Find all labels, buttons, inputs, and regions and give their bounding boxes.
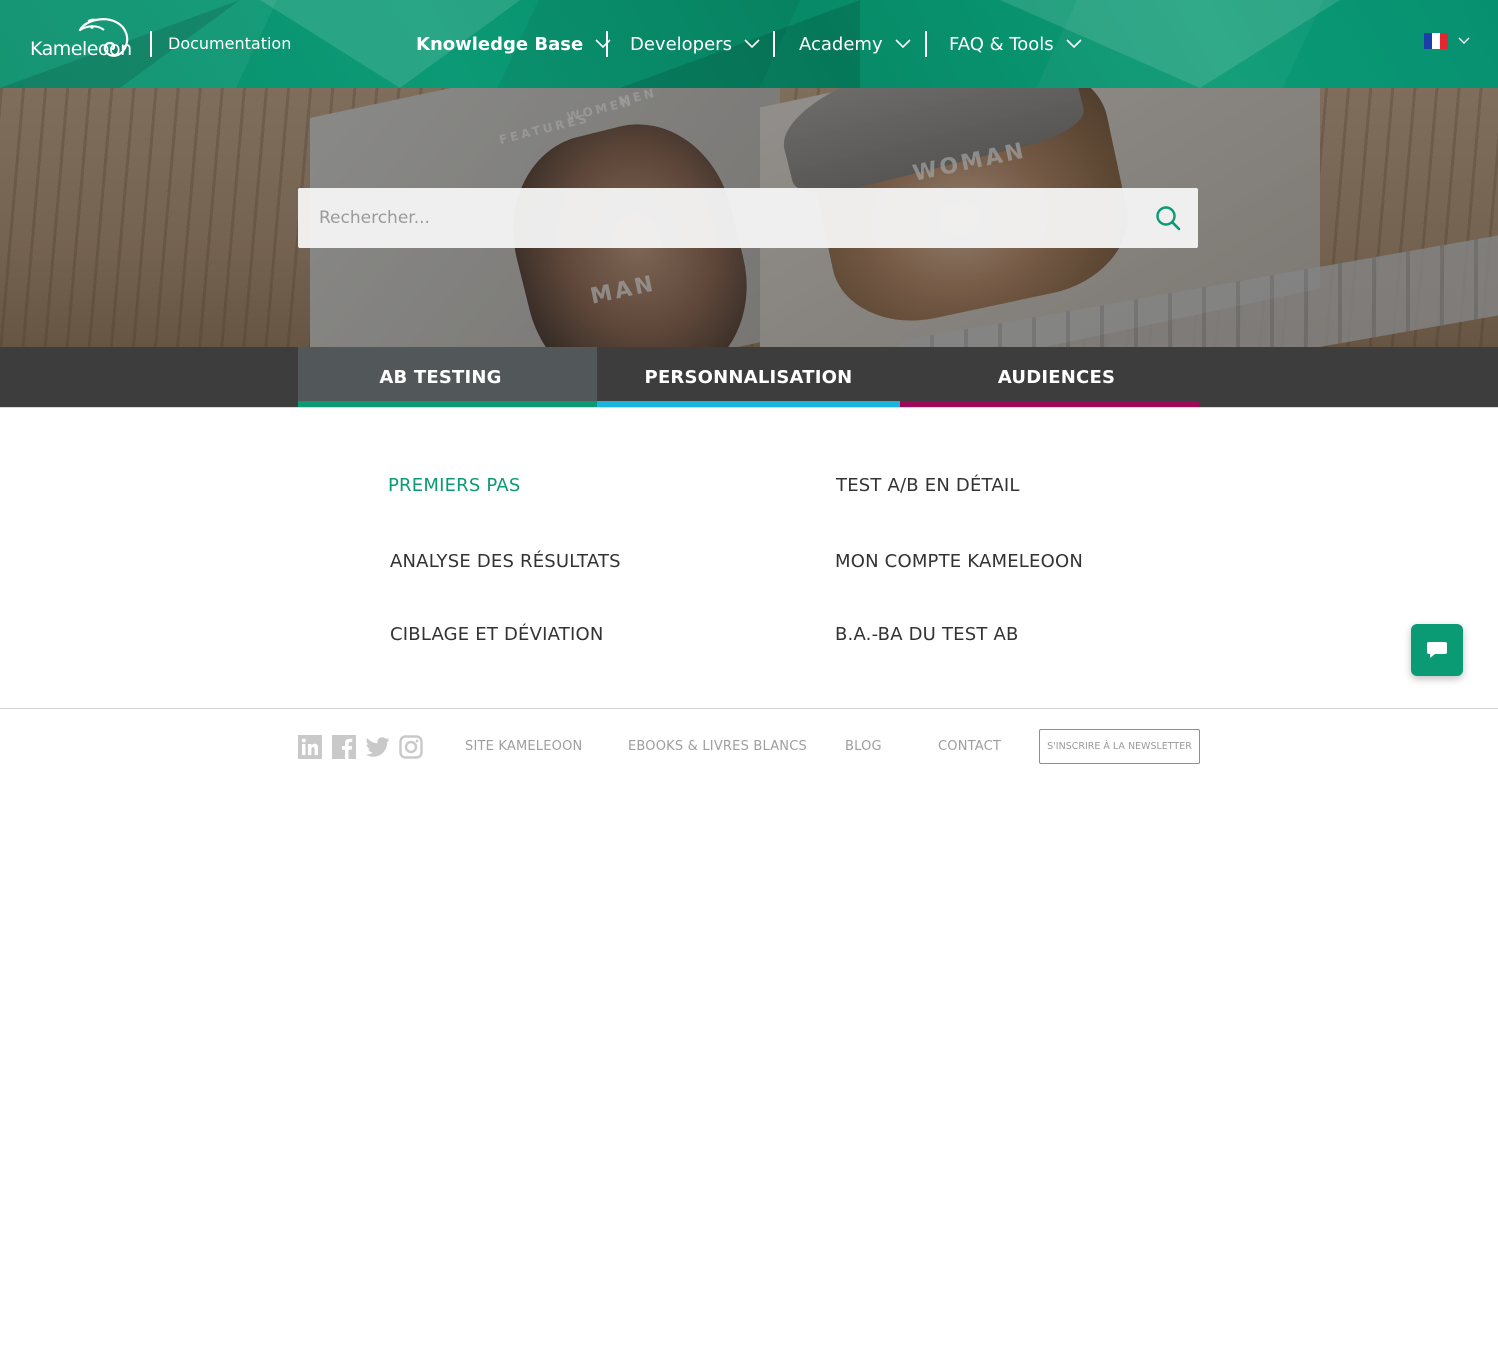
- nav-faq-tools[interactable]: FAQ & Tools: [949, 31, 1082, 57]
- nav-label: Developers: [630, 33, 732, 55]
- search-bar: [298, 188, 1198, 248]
- nav-label: FAQ & Tools: [949, 33, 1054, 55]
- chevron-down-icon: [744, 39, 760, 49]
- footer-link-ebooks[interactable]: EBOOKS & LIVRES BLANCS: [628, 739, 807, 754]
- top-header: Kameleoon Documentation Knowledge Base D…: [0, 0, 1498, 88]
- category-analyse-resultats[interactable]: ANALYSE DES RÉSULTATS: [390, 551, 621, 572]
- search-input[interactable]: [298, 188, 1138, 248]
- chevron-down-icon: [1066, 39, 1082, 49]
- logo-divider: [150, 31, 152, 57]
- fr-flag-icon: [1424, 33, 1448, 49]
- linkedin-icon[interactable]: [298, 735, 322, 759]
- nav-separator: [925, 31, 927, 57]
- tab-label: AUDIENCES: [997, 366, 1116, 388]
- search-icon: [1156, 206, 1181, 231]
- facebook-icon[interactable]: [332, 735, 356, 759]
- category-premiers-pas[interactable]: PREMIERS PAS: [388, 475, 520, 496]
- tab-divider: [0, 407, 1498, 408]
- tab-personnalisation[interactable]: PERSONNALISATION: [597, 347, 900, 407]
- footer-link-contact[interactable]: CONTACT: [938, 739, 1001, 754]
- newsletter-button[interactable]: S'INSCRIRE À LA NEWSLETTER: [1039, 729, 1200, 764]
- chat-bubble-icon: [1427, 642, 1447, 658]
- chevron-down-icon: [1458, 37, 1470, 44]
- chevron-down-icon: [595, 39, 611, 49]
- category-test-ab-detail[interactable]: TEST A/B EN DÉTAIL: [836, 475, 1020, 496]
- twitter-icon[interactable]: [366, 735, 390, 759]
- nav-label: Academy: [799, 33, 883, 55]
- footer-divider: [0, 708, 1498, 709]
- category-mon-compte[interactable]: MON COMPTE KAMELEOON: [835, 551, 1083, 572]
- logo-wordmark: Kameleoon: [30, 38, 132, 60]
- nav-label: Knowledge Base: [416, 33, 584, 55]
- nav-separator: [773, 31, 775, 57]
- tab-ab-testing[interactable]: AB TESTING: [298, 347, 597, 407]
- nav-academy[interactable]: Academy: [799, 31, 911, 57]
- tab-audiences[interactable]: AUDIENCES: [900, 347, 1199, 407]
- instagram-icon[interactable]: [399, 735, 423, 759]
- tab-label: AB TESTING: [379, 366, 502, 388]
- documentation-label[interactable]: Documentation: [168, 34, 291, 53]
- chevron-down-icon: [895, 39, 911, 49]
- nav-knowledge-base[interactable]: Knowledge Base: [416, 31, 611, 57]
- product-tabs: AB TESTING PERSONNALISATION AUDIENCES: [0, 347, 1498, 407]
- category-ciblage-deviation[interactable]: CIBLAGE ET DÉVIATION: [390, 624, 604, 645]
- language-selector[interactable]: [1424, 33, 1470, 49]
- nav-developers[interactable]: Developers: [630, 31, 760, 57]
- chat-button[interactable]: [1411, 624, 1463, 676]
- footer-link-site-kameleoon[interactable]: SITE KAMELEOON: [465, 739, 582, 754]
- category-ba-ba-test-ab[interactable]: B.A.-BA DU TEST AB: [835, 624, 1019, 645]
- footer-link-blog[interactable]: BLOG: [845, 739, 882, 754]
- tab-label: PERSONNALISATION: [644, 366, 853, 388]
- search-button[interactable]: [1138, 188, 1198, 248]
- nav-separator: [606, 31, 608, 57]
